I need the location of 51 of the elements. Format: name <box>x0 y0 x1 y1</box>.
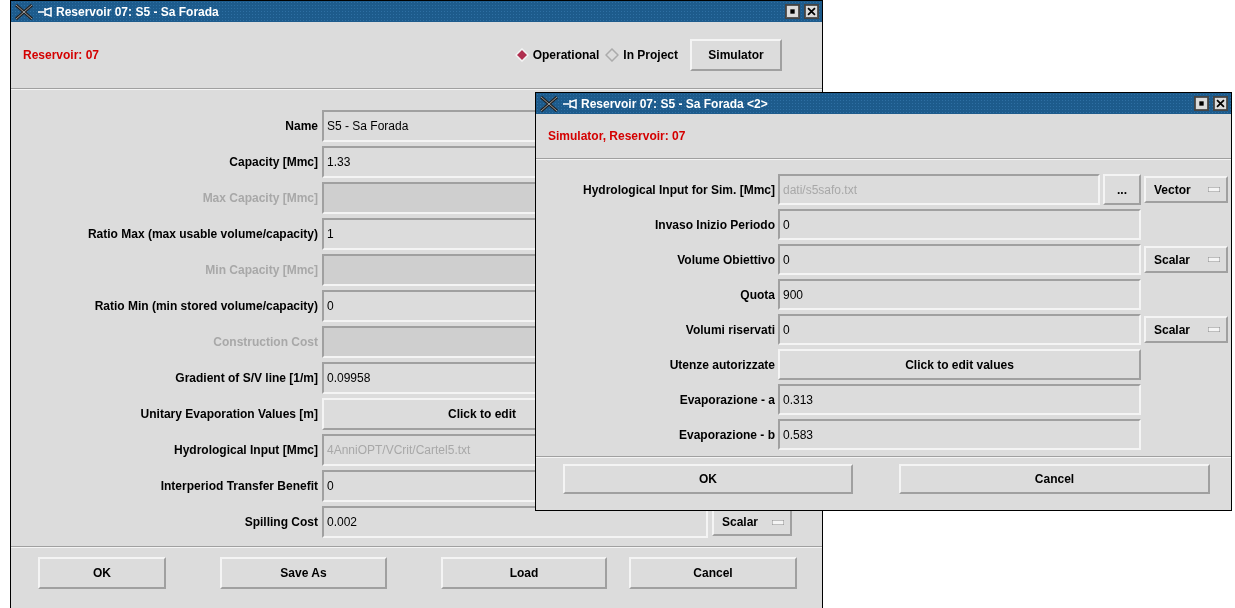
field-label: Name <box>284 119 318 133</box>
simulator-button[interactable]: Simulator <box>690 39 782 71</box>
dialog-button[interactable]: Load <box>441 557 607 589</box>
input-field[interactable]: 0.313 <box>778 384 1141 415</box>
close-icon[interactable] <box>804 4 819 19</box>
field-label: Interperiod Transfer Benefit <box>159 479 318 493</box>
dropdown-indicator-icon <box>1208 327 1220 332</box>
input-field[interactable]: 0.583 <box>778 419 1141 450</box>
minimize-icon[interactable] <box>1194 96 1209 111</box>
field-label: Capacity [Mmc] <box>228 155 318 169</box>
window-logo-icon <box>14 3 34 20</box>
field-label: Hydrological Input for Sim. [Mmc] <box>582 182 775 197</box>
radio-indicator-icon[interactable] <box>605 48 620 62</box>
window-title: Reservoir 07: S5 - Sa Forada <box>56 4 220 19</box>
type-dropdown[interactable]: Vector <box>1144 176 1228 203</box>
input-field[interactable]: 900 <box>778 279 1141 310</box>
mode-radio[interactable]: In Project <box>605 48 678 62</box>
field-label: Hydrological Input [Mmc] <box>173 443 318 457</box>
minimize-icon[interactable] <box>785 4 800 19</box>
dropdown-indicator-icon <box>1208 257 1220 262</box>
close-icon[interactable] <box>1213 96 1228 111</box>
field-label: Quota <box>739 287 775 302</box>
input-field[interactable]: 0 <box>778 244 1141 275</box>
mode-radio[interactable]: Operational <box>514 48 600 62</box>
field-label: Ratio Min (min stored volume/capacity) <box>93 299 318 313</box>
header-title: Reservoir: 07 <box>23 48 101 62</box>
field-label: Unitary Evaporation Values [m] <box>139 407 318 421</box>
browse-button[interactable]: ... <box>1103 174 1141 205</box>
input-field[interactable]: 0 <box>778 209 1141 240</box>
field-label: Ratio Max (max usable volume/capacity) <box>86 227 318 241</box>
dialog-button[interactable]: Save As <box>220 557 387 589</box>
dialog-button[interactable]: Cancel <box>899 464 1210 494</box>
field-label: Spilling Cost <box>243 515 318 529</box>
window-title: Reservoir 07: S5 - Sa Forada <2> <box>581 96 769 111</box>
dialog-button[interactable]: OK <box>38 557 166 589</box>
type-dropdown[interactable]: Scalar <box>1144 246 1228 273</box>
field-label: Volume Obiettivo <box>676 252 775 267</box>
dialog-button[interactable]: Cancel <box>629 557 797 589</box>
pin-icon[interactable] <box>38 6 52 17</box>
header-title: Simulator, Reservoir: 07 <box>548 129 687 143</box>
dropdown-indicator-icon <box>772 519 784 525</box>
input-field[interactable]: 0.002 <box>322 506 708 538</box>
type-dropdown[interactable]: Scalar <box>1144 316 1228 343</box>
dropdown-indicator-icon <box>1208 187 1220 192</box>
window-logo-icon <box>539 95 559 112</box>
edit-values-button[interactable]: Click to edit values <box>778 349 1141 380</box>
field-label: Volumi riservati <box>684 322 775 337</box>
dialog-button[interactable]: OK <box>563 464 853 494</box>
input-field[interactable]: 0 <box>778 314 1141 345</box>
pin-icon[interactable] <box>563 98 577 109</box>
field-label: Gradient of S/V line [1/m] <box>174 371 318 385</box>
